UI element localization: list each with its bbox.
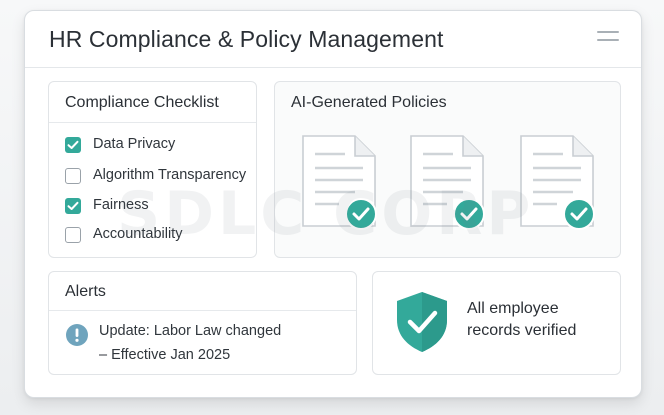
checkbox-unchecked[interactable] (65, 168, 81, 184)
checklist-item-data-privacy[interactable]: Data Privacy (65, 136, 253, 156)
alerts-title: Alerts (65, 283, 106, 300)
policies-title: AI-Generated Policies (291, 94, 447, 111)
shield-check-icon (397, 292, 447, 352)
document-icon[interactable] (517, 134, 597, 230)
compliance-checklist-card: Compliance Checklist Data Privacy Algori… (48, 81, 257, 258)
checklist-item-fairness[interactable]: Fairness (65, 197, 253, 217)
checklist-item-label: Data Privacy (93, 136, 176, 152)
document-icon[interactable] (407, 134, 487, 230)
document-icon[interactable] (299, 134, 379, 230)
records-verified-card: All employee records verified (372, 271, 621, 375)
ai-policies-card: AI-Generated Policies (274, 81, 621, 258)
alerts-card: Alerts Update: Labor Law changed – Effec… (48, 271, 357, 375)
info-icon (66, 324, 88, 346)
header-bar: HR Compliance & Policy Management (25, 11, 641, 68)
checklist-title: Compliance Checklist (65, 94, 219, 111)
verified-line-2: records verified (467, 322, 577, 339)
verified-check-icon (345, 198, 377, 230)
checkbox-checked[interactable] (65, 137, 81, 153)
alert-message-line-2: – Effective Jan 2025 (99, 347, 231, 363)
verified-line-1: All employee (467, 300, 559, 317)
alert-message-line-1: Update: Labor Law changed (99, 323, 282, 339)
checklist-item-label: Fairness (93, 197, 149, 213)
divider (49, 310, 356, 311)
hamburger-menu-icon[interactable] (597, 31, 619, 43)
checklist-item-accountability[interactable]: Accountability (65, 226, 253, 246)
checkbox-unchecked[interactable] (65, 227, 81, 243)
divider (49, 122, 256, 123)
app-window: HR Compliance & Policy Management Compli… (24, 10, 642, 398)
verified-check-icon (453, 198, 485, 230)
checklist-item-label: Accountability (93, 226, 183, 242)
verified-check-icon (563, 198, 595, 230)
checklist-item-algorithm-transparency[interactable]: Algorithm Transparency (65, 167, 253, 187)
checklist-item-label: Algorithm Transparency (93, 167, 247, 183)
page-title: HR Compliance & Policy Management (49, 26, 444, 52)
checkbox-checked[interactable] (65, 198, 81, 214)
